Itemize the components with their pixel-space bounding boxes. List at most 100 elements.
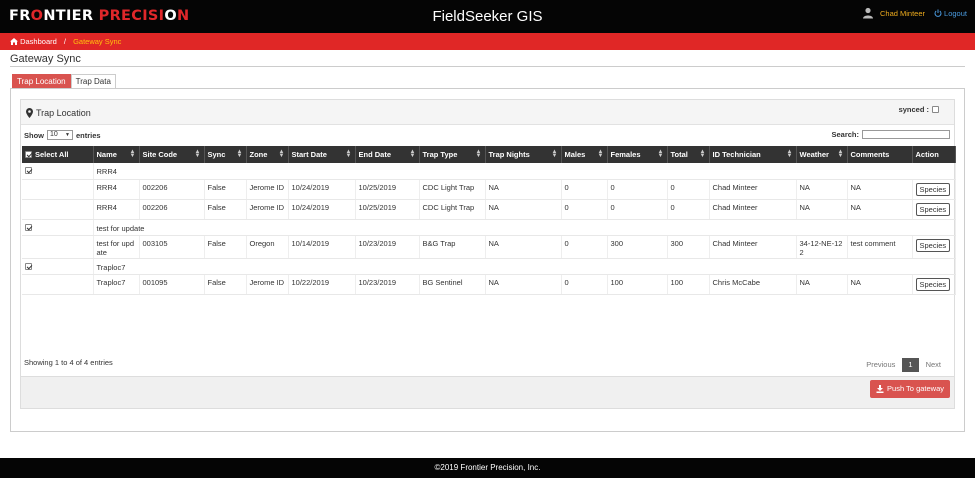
synced-checkbox[interactable] [932,106,939,113]
sort-icon[interactable]: ▲ ▼ [658,149,664,159]
tab-trap-location[interactable]: Trap Location [12,74,71,88]
group-checkbox[interactable] [25,223,32,231]
logout-link[interactable]: Logout [934,9,967,18]
sort-icon[interactable]: ▲ ▼ [476,149,482,159]
species-button[interactable]: Species [915,238,951,252]
user-area: Chad Minteer Logout [862,7,967,19]
table-cell: CDC Light Trap [419,199,486,220]
group-select-cell [22,258,94,275]
table-cell: 34-12-NE-12 2 [796,235,848,259]
group-checkbox[interactable] [25,167,32,174]
column-header[interactable]: Start Date ▲ ▼ [288,146,356,163]
table-cell: False [204,199,247,220]
user-icon [863,7,873,19]
search-input[interactable] [862,130,950,139]
table-cell: 10/25/2019 [355,179,420,200]
pager-page-1[interactable]: 1 [902,358,919,372]
tab-trap-data[interactable]: Trap Data [70,74,116,88]
column-header-label: Zone [249,150,268,159]
empty-select-cell [22,274,94,295]
sort-icon[interactable]: ▲ ▼ [787,149,793,159]
table-cell: Chris McCabe [709,274,797,295]
entries-length-control: Show 10 ▼ entries [24,130,101,140]
column-header[interactable]: Sync ▲ ▼ [204,146,247,163]
panel-footer: Push To gateway [21,376,954,408]
table-row: test for upd ate 003105 False Oregon 10/14/2… [22,235,956,259]
table-cell: 002206 [139,179,205,200]
table-cell: 0 [607,179,668,200]
sort-icon[interactable]: ▲ ▼ [552,149,558,159]
column-header-label: Site Code [142,150,178,159]
column-header[interactable]: Trap Nights ▲ ▼ [485,146,562,163]
column-header[interactable]: Name ▲ ▼ [93,146,140,163]
table-row: RRR4 002206 False Jerome ID 10/24/2019 10/25/… [22,179,956,200]
synced-label: synced : [898,105,929,114]
column-header[interactable]: Comments [847,146,913,163]
page-title: Gateway Sync [10,53,81,65]
column-header-label: Males [564,150,586,159]
sort-icon[interactable]: ▲ ▼ [838,149,844,159]
table-cell: BG Sentinel [419,274,486,295]
table-cell: Jerome ID [246,274,289,295]
column-header-label: Trap Nights [488,150,530,159]
species-button[interactable]: Species [915,202,951,216]
sort-icon[interactable]: ▲ ▼ [279,149,285,159]
pagination: Previous 1 Next [859,358,948,372]
sort-icon[interactable]: ▲ ▼ [700,149,706,159]
sort-icon[interactable]: ▲ ▼ [237,149,243,159]
group-name: Traploc7 [93,258,956,275]
column-header[interactable]: Total ▲ ▼ [667,146,710,163]
breadcrumb-home[interactable]: Dashboard [20,37,57,46]
table-cell: Chad Minteer [709,179,797,200]
group-name: RRR4 [93,163,956,180]
table-cell: 003105 [139,235,205,259]
table-cell: CDC Light Trap [419,179,486,200]
trap-location-panel: Trap Location synced : Show 10 ▼ entries … [20,99,956,409]
app-title: FieldSeeker GIS [432,8,543,25]
table-cell: 0 [667,179,710,200]
table-cell: False [204,274,247,295]
group-row: Traploc7 [22,258,956,275]
sort-icon[interactable]: ▲ ▼ [598,149,604,159]
column-header[interactable]: Trap Type ▲ ▼ [419,146,486,163]
column-header[interactable]: Select All [22,146,94,163]
download-icon [876,385,884,393]
column-header[interactable]: Females ▲ ▼ [607,146,668,163]
panel-header: Trap Location synced : [21,100,954,125]
sort-icon[interactable]: ▲ ▼ [195,149,201,159]
table-cell: 10/22/2019 [288,274,356,295]
table-cell: 002206 [139,199,205,220]
select-all-checkbox[interactable] [25,151,32,158]
column-header[interactable]: Weather ▲ ▼ [796,146,848,163]
column-header[interactable]: Males ▲ ▼ [561,146,608,163]
top-navbar: FRONTIER PRECISION FieldSeeker GIS Chad … [0,0,975,33]
pager-next[interactable]: Next [919,358,948,372]
column-header[interactable]: Site Code ▲ ▼ [139,146,205,163]
table-cell: test for upd ate [93,235,140,259]
sort-icon[interactable]: ▲ ▼ [346,149,352,159]
column-header-label: Trap Type [422,150,458,159]
user-name[interactable]: Chad Minteer [880,9,925,18]
table-body: RRR4 RRR4 002206 False Jerome ID 10/24/2019 10… [22,163,956,295]
title-divider [10,66,965,67]
search-control: Search: [831,130,950,139]
column-header[interactable]: End Date ▲ ▼ [355,146,420,163]
breadcrumb-separator: / [63,37,66,46]
species-button[interactable]: Species [915,277,951,291]
table-cell: 0 [561,274,608,295]
table-cell: 10/25/2019 [355,199,420,220]
column-header-label: Sync [207,150,226,159]
table-cell: 10/23/2019 [355,274,420,295]
pager-previous[interactable]: Previous [859,358,902,372]
sort-icon[interactable]: ▲ ▼ [130,149,136,159]
entries-select[interactable]: 10 ▼ [47,130,73,140]
sort-icon[interactable]: ▲ ▼ [410,149,416,159]
table-cell: test comment [847,235,913,259]
column-header[interactable]: Zone ▲ ▼ [246,146,289,163]
group-checkbox[interactable] [25,262,32,270]
column-header[interactable]: ID Technician ▲ ▼ [709,146,797,163]
column-header-label: Name [96,150,117,159]
species-button[interactable]: Species [915,182,951,196]
entries-select-value: 10 [50,131,58,138]
push-to-gateway-button[interactable]: Push To gateway [870,380,950,398]
